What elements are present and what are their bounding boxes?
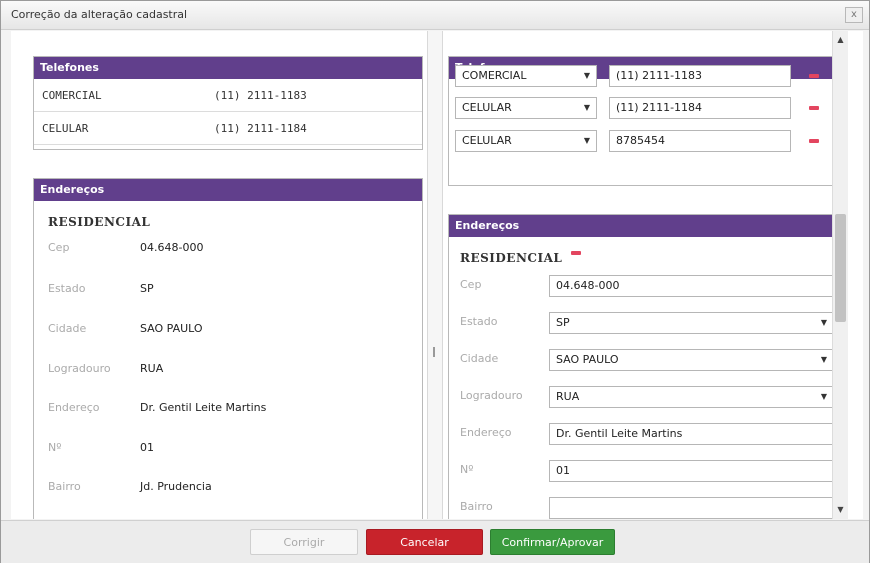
phone-row: CELULAR (11) 2111-1184 bbox=[34, 112, 422, 145]
endereco-value: Dr. Gentil Leite Martins bbox=[140, 401, 267, 414]
phone-type-select[interactable]: COMERCIAL ▼ bbox=[455, 65, 597, 87]
phone-type-value: COMERCIAL bbox=[462, 69, 527, 82]
chevron-down-icon: ▼ bbox=[820, 318, 827, 327]
numero-label: Nº bbox=[48, 441, 62, 454]
chevron-down-icon: ▼ bbox=[583, 136, 590, 145]
phone-type-value: CELULAR bbox=[462, 101, 512, 114]
corrigir-button[interactable]: Corrigir bbox=[250, 529, 358, 555]
dialog-footer: Corrigir Cancelar Confirmar/Aprovar bbox=[1, 520, 869, 563]
logradouro-value: RUA bbox=[556, 390, 580, 403]
cidade-select[interactable]: SAO PAULO ▼ bbox=[549, 349, 834, 371]
logradouro-label: Logradouro bbox=[48, 362, 111, 375]
logradouro-label: Logradouro bbox=[460, 389, 523, 402]
cancel-button[interactable]: Cancelar bbox=[366, 529, 483, 555]
current-address-panel: Endereços RESIDENCIAL Cep 04.648-000 Est… bbox=[33, 178, 423, 519]
cep-value: 04.648-000 bbox=[140, 241, 204, 254]
cep-input[interactable]: 04.648-000 bbox=[549, 275, 834, 297]
bairro-input[interactable] bbox=[549, 497, 834, 519]
phone-type: COMERCIAL bbox=[42, 89, 102, 102]
address-header: Endereços bbox=[449, 215, 838, 237]
estado-value: SP bbox=[556, 316, 570, 329]
current-phones-panel: Telefones COMERCIAL (11) 2111-1183 CELUL… bbox=[33, 56, 423, 150]
bairro-label: Bairro bbox=[48, 480, 81, 493]
correction-dialog: Correção da alteração cadastral x Telefo… bbox=[0, 0, 870, 563]
cidade-label: Cidade bbox=[460, 352, 499, 365]
estado-value: SP bbox=[140, 282, 154, 295]
chevron-down-icon: ▼ bbox=[820, 355, 827, 364]
scroll-up-icon[interactable]: ▲ bbox=[833, 33, 848, 47]
chevron-down-icon: ▼ bbox=[820, 392, 827, 401]
bairro-value: Jd. Prudencia bbox=[140, 480, 212, 493]
confirm-button[interactable]: Confirmar/Aprovar bbox=[490, 529, 615, 555]
phone-type: CELULAR bbox=[42, 122, 89, 135]
address-header: Endereços bbox=[34, 179, 422, 201]
estado-label: Estado bbox=[48, 282, 86, 295]
dialog-content: Telefones COMERCIAL (11) 2111-1183 CELUL… bbox=[11, 31, 863, 519]
cep-label: Cep bbox=[48, 241, 70, 254]
phone-number-input[interactable]: 8785454 bbox=[609, 130, 791, 152]
phone-number: (11) 2111-1184 bbox=[214, 122, 307, 135]
phone-number-input[interactable]: (11) 2111-1184 bbox=[609, 97, 791, 119]
logradouro-value: RUA bbox=[140, 362, 164, 375]
cidade-value: SAO PAULO bbox=[556, 353, 619, 366]
numero-value: 01 bbox=[140, 441, 154, 454]
remove-address-icon[interactable] bbox=[571, 251, 581, 255]
endereco-input[interactable]: Dr. Gentil Leite Martins bbox=[549, 423, 834, 445]
phone-number: (11) 2111-1183 bbox=[214, 89, 307, 102]
bairro-label: Bairro bbox=[460, 500, 493, 513]
cidade-label: Cidade bbox=[48, 322, 87, 335]
cidade-value: SAO PAULO bbox=[140, 322, 203, 335]
phone-type-value: CELULAR bbox=[462, 134, 512, 147]
address-type: RESIDENCIAL bbox=[48, 215, 151, 229]
dialog-title: Correção da alteração cadastral bbox=[11, 8, 188, 21]
endereco-label: Endereço bbox=[460, 426, 512, 439]
phone-type-select[interactable]: CELULAR ▼ bbox=[455, 130, 597, 152]
splitter-grip-icon bbox=[433, 347, 435, 357]
close-button[interactable]: x bbox=[845, 7, 863, 23]
cep-label: Cep bbox=[460, 278, 482, 291]
edit-address-panel: Endereços RESIDENCIAL Cep 04.648-000 Est… bbox=[448, 214, 839, 519]
numero-label: Nº bbox=[460, 463, 474, 476]
scroll-thumb[interactable] bbox=[835, 214, 846, 322]
dialog-titlebar: Correção da alteração cadastral x bbox=[1, 1, 869, 30]
vertical-scrollbar[interactable]: ▲ ▼ bbox=[832, 31, 848, 519]
remove-phone-icon[interactable] bbox=[809, 106, 819, 110]
phone-type-select[interactable]: CELULAR ▼ bbox=[455, 97, 597, 119]
current-data-pane: Telefones COMERCIAL (11) 2111-1183 CELUL… bbox=[11, 31, 427, 519]
phones-header: Telefones bbox=[34, 57, 422, 79]
chevron-down-icon: ▼ bbox=[583, 103, 590, 112]
numero-input[interactable]: 01 bbox=[549, 460, 834, 482]
remove-phone-icon[interactable] bbox=[809, 74, 819, 78]
edit-phones-panel: Telefones COMERCIAL ▼ (11) 2111-1183 CEL… bbox=[448, 56, 839, 186]
logradouro-select[interactable]: RUA ▼ bbox=[549, 386, 834, 408]
endereco-label: Endereço bbox=[48, 401, 100, 414]
estado-label: Estado bbox=[460, 315, 498, 328]
pane-splitter[interactable] bbox=[427, 31, 443, 519]
address-type: RESIDENCIAL bbox=[460, 251, 563, 265]
edit-data-pane: Telefones COMERCIAL ▼ (11) 2111-1183 CEL… bbox=[443, 31, 848, 519]
chevron-down-icon: ▼ bbox=[583, 71, 590, 80]
phone-number-input[interactable]: (11) 2111-1183 bbox=[609, 65, 791, 87]
estado-select[interactable]: SP ▼ bbox=[549, 312, 834, 334]
remove-phone-icon[interactable] bbox=[809, 139, 819, 143]
scroll-down-icon[interactable]: ▼ bbox=[833, 503, 848, 517]
phone-row: COMERCIAL (11) 2111-1183 bbox=[34, 79, 422, 112]
